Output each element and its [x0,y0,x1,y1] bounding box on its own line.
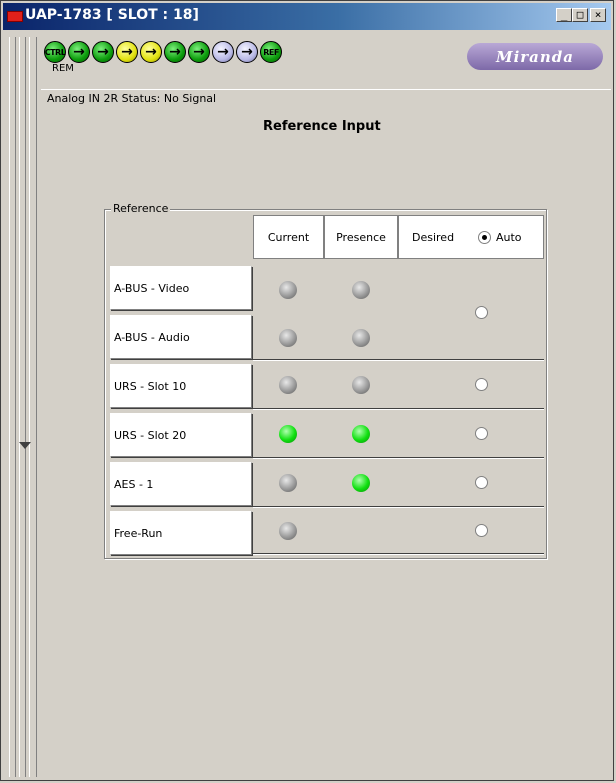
current-led [279,474,297,492]
current-led [279,522,297,540]
current-led [279,329,297,347]
app-window: UAP-1783 [ SLOT : 18] _ □ × CTRL → → → →… [0,0,614,781]
row-urs-slot-20[interactable]: URS - Slot 20 [110,413,252,457]
free-run-radio[interactable] [475,524,488,537]
left-rail [7,37,37,777]
auto-label: Auto [496,231,522,244]
presence-led [352,281,370,299]
urs-slot-20-radio[interactable] [475,427,488,440]
signal-arrow-icon[interactable]: → [92,41,114,63]
status-toolbar: CTRL → → → → → → → → REF REM Miranda [41,37,611,87]
miranda-logo: Miranda [467,43,603,70]
current-led [279,425,297,443]
column-desired: Desired Auto [398,215,544,259]
signal-arrow-icon[interactable]: → [140,41,162,63]
auto-radio[interactable] [478,231,491,244]
aes-1-radio[interactable] [475,476,488,489]
collapse-arrow-icon[interactable] [15,435,37,457]
row-free-run[interactable]: Free-Run [110,511,252,555]
row-urs-slot-10[interactable]: URS - Slot 10 [110,364,252,408]
signal-arrow-icon[interactable]: → [116,41,138,63]
column-presence: Presence [324,215,398,259]
desired-label: Desired [412,231,455,244]
signal-arrow-icon[interactable]: → [164,41,186,63]
current-led [279,376,297,394]
ref-icon[interactable]: REF [260,41,282,63]
reference-group-label: Reference [111,202,171,215]
rem-label: REM [52,63,74,74]
presence-led [352,376,370,394]
app-icon [7,11,23,22]
signal-arrow-icon[interactable]: → [188,41,210,63]
row-aes-1[interactable]: AES - 1 [110,462,252,506]
column-current: Current [253,215,324,259]
signal-arrow-icon[interactable]: → [212,41,234,63]
row-divider [253,359,544,361]
page-title: Reference Input [263,119,381,134]
row-abus-video[interactable]: A-BUS - Video [110,266,252,310]
minimize-button[interactable]: _ [556,8,572,22]
urs-slot-10-radio[interactable] [475,378,488,391]
presence-led [352,474,370,492]
presence-led [352,425,370,443]
presence-led [352,329,370,347]
signal-arrow-icon[interactable]: → [68,41,90,63]
current-led [279,281,297,299]
row-divider [253,457,544,459]
row-divider [253,408,544,410]
maximize-button[interactable]: □ [572,8,588,22]
status-text: Analog IN 2R Status: No Signal [47,92,217,105]
window-title: UAP-1783 [ SLOT : 18] [25,7,199,23]
signal-arrow-icon[interactable]: → [236,41,258,63]
close-button[interactable]: × [590,8,606,22]
ctrl-icon[interactable]: CTRL [44,41,66,63]
row-divider [253,553,544,555]
row-divider [253,506,544,508]
abus-radio[interactable] [475,306,488,319]
title-bar[interactable]: UAP-1783 [ SLOT : 18] _ □ × [3,3,611,30]
reference-grid [253,260,544,554]
row-abus-audio[interactable]: A-BUS - Audio [110,315,252,359]
